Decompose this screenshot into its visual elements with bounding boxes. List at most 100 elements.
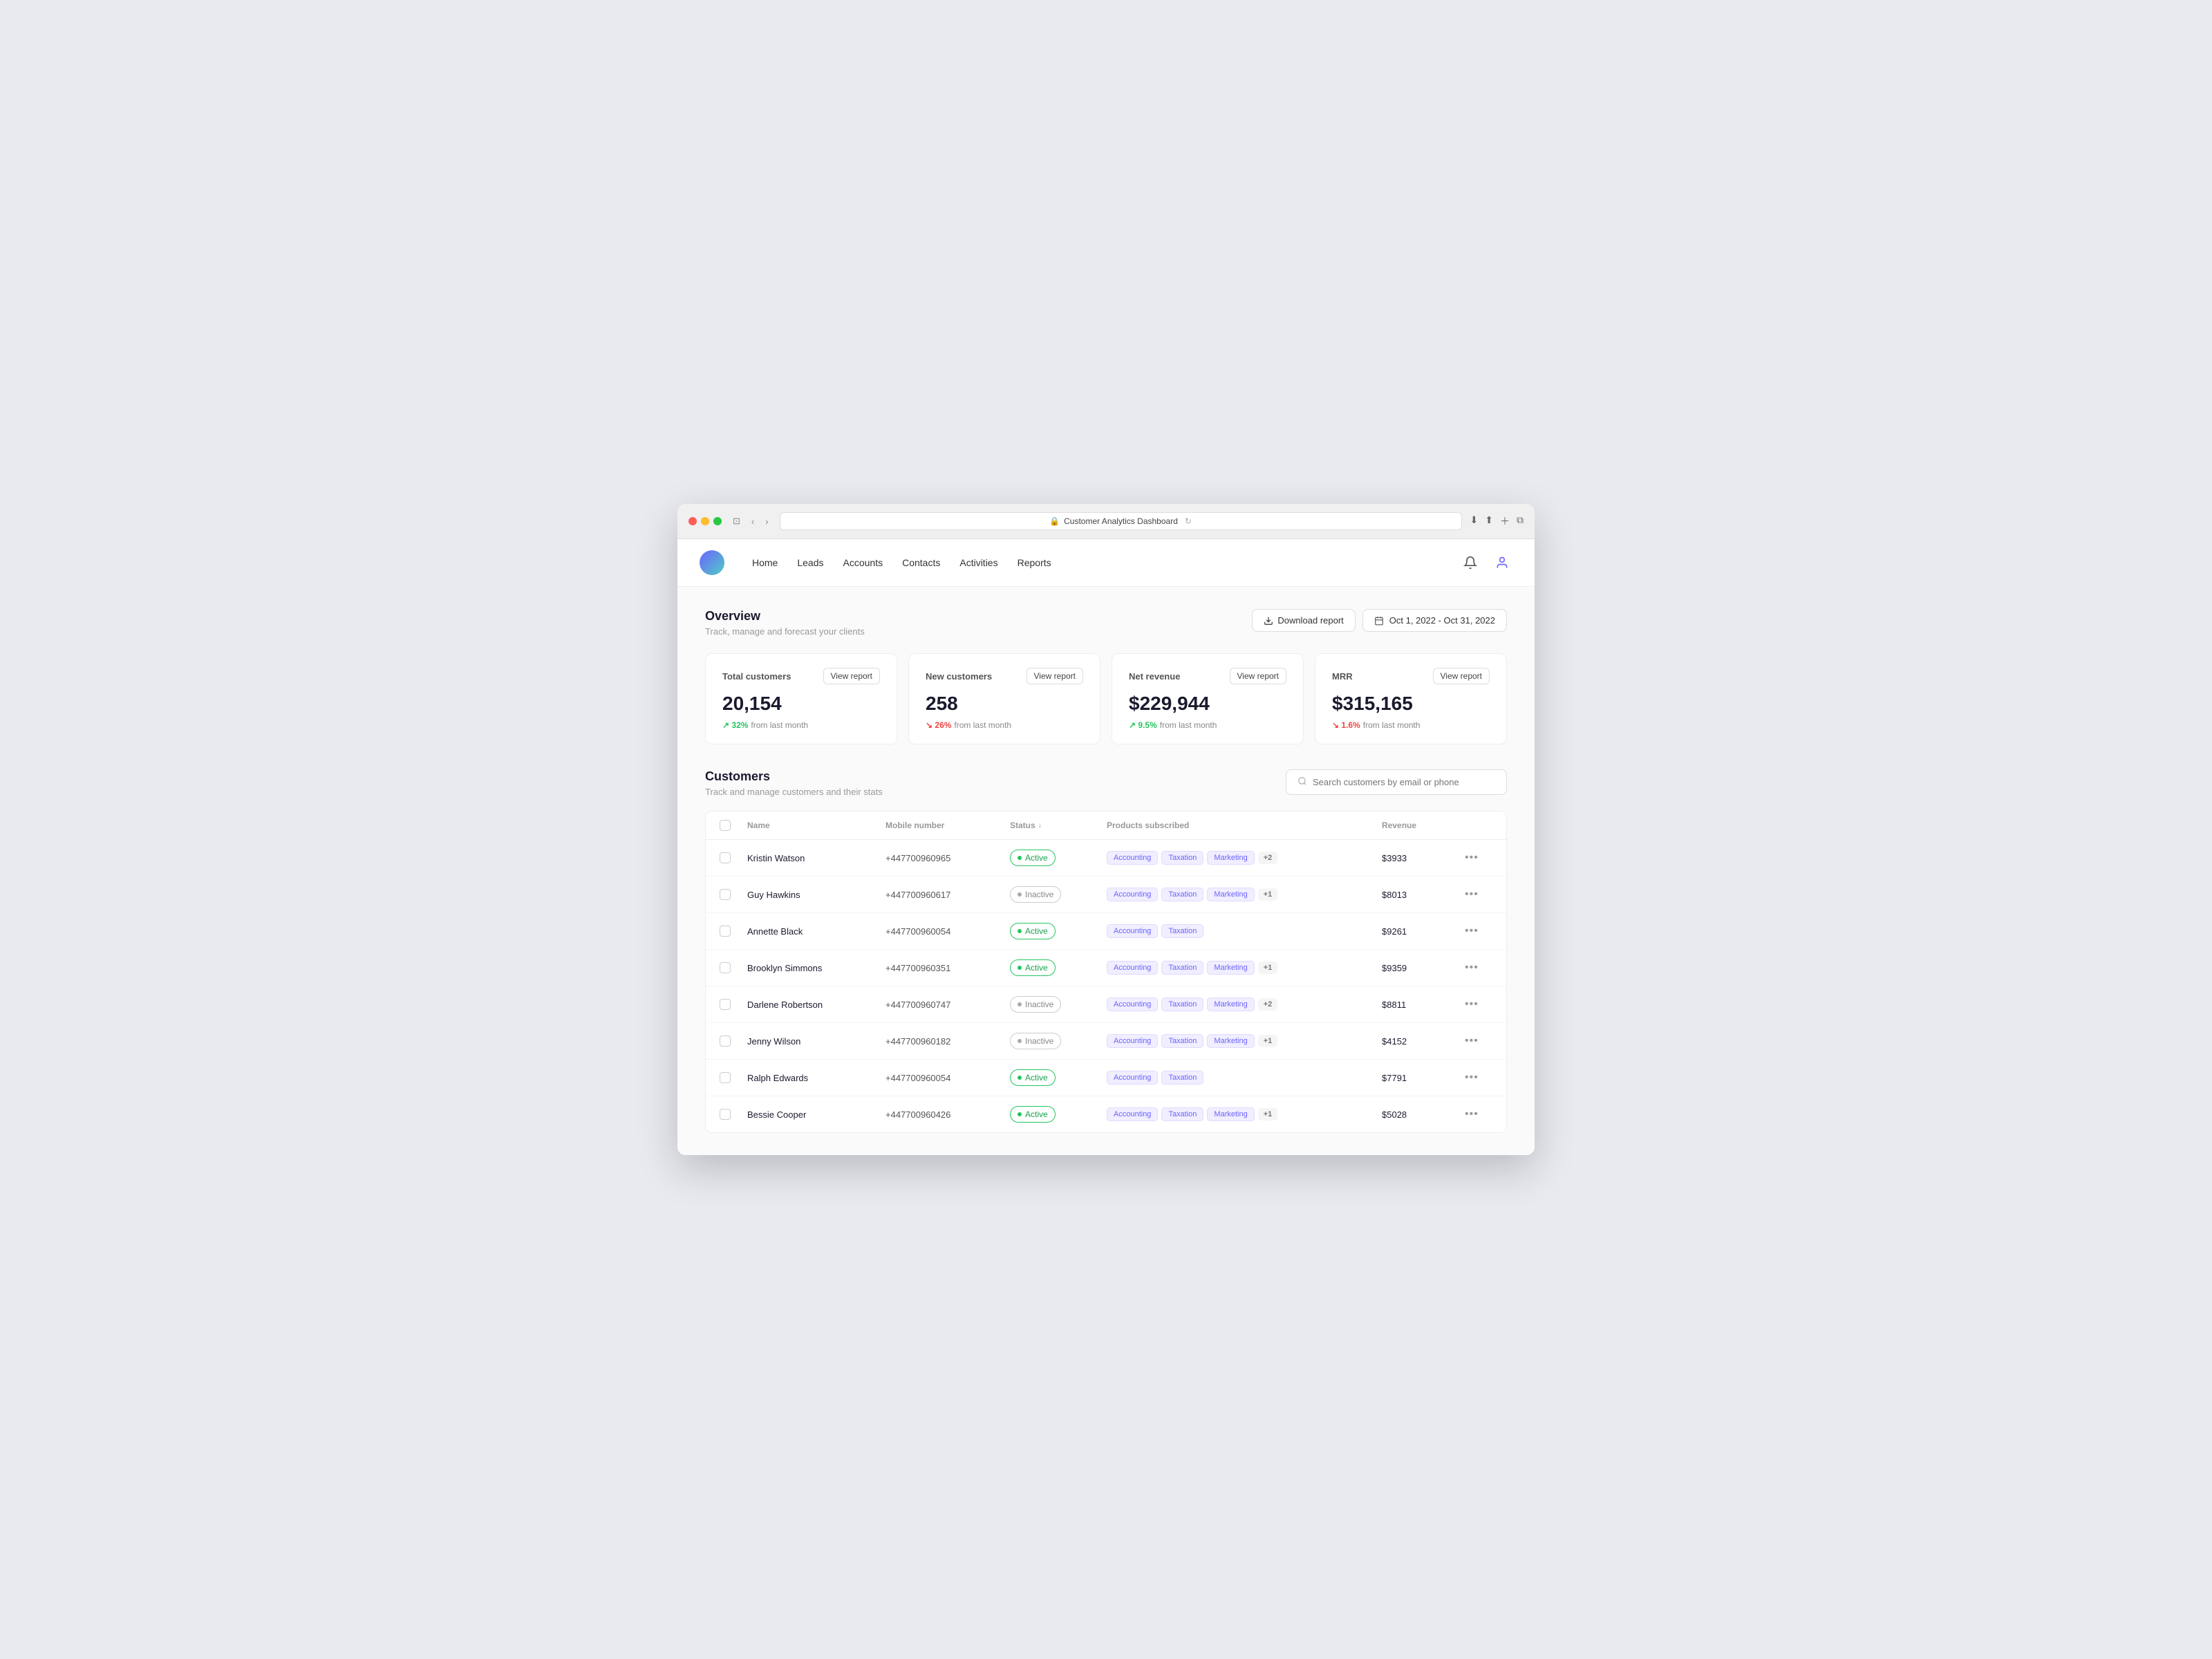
customer-name: Kristin Watson	[747, 853, 885, 863]
customer-name: Bessie Cooper	[747, 1109, 885, 1120]
revenue-value: $5028	[1382, 1109, 1465, 1120]
table-row: Kristin Watson +447700960965 Active Acco…	[706, 840, 1506, 877]
select-all-checkbox[interactable]	[720, 820, 731, 831]
products-cell: AccountingTaxation	[1107, 924, 1382, 938]
customer-name: Annette Black	[747, 926, 885, 937]
row-more-button[interactable]: •••	[1465, 1108, 1492, 1121]
row-select-checkbox[interactable]	[720, 1072, 731, 1083]
new-tab-icon[interactable]: ＋	[1500, 514, 1510, 528]
status-dot-icon	[1018, 966, 1022, 970]
status-cell: Inactive	[1010, 886, 1107, 903]
row-checkbox	[720, 962, 747, 973]
download-icon[interactable]: ⬇	[1470, 514, 1479, 528]
row-more-button[interactable]: •••	[1465, 1035, 1492, 1047]
search-input[interactable]	[1313, 777, 1495, 787]
url-bar[interactable]: 🔒 Customer Analytics Dashboard ↻	[780, 512, 1462, 530]
row-checkbox	[720, 1072, 747, 1083]
view-report-button-3[interactable]: View report	[1433, 668, 1490, 684]
mobile-number: +447700960054	[885, 1073, 1010, 1083]
metric-label-1: New customers	[926, 671, 992, 682]
status-cell: Active	[1010, 959, 1107, 976]
products-cell: AccountingTaxation Marketing +1	[1107, 961, 1382, 975]
product-tag: Taxation	[1161, 1034, 1203, 1048]
row-select-checkbox[interactable]	[720, 852, 731, 863]
nav-leads[interactable]: Leads	[797, 554, 823, 571]
products-cell: AccountingTaxationMarketing+1	[1107, 888, 1382, 901]
date-range-label: Oct 1, 2022 - Oct 31, 2022	[1389, 615, 1495, 626]
nav-reports[interactable]: Reports	[1018, 554, 1051, 571]
app-logo[interactable]	[700, 550, 724, 575]
nav-contacts[interactable]: Contacts	[902, 554, 940, 571]
refresh-icon[interactable]: ↻	[1185, 516, 1192, 526]
product-tag: Accounting	[1107, 1107, 1158, 1121]
row-more-button[interactable]: •••	[1465, 962, 1492, 974]
download-report-button[interactable]: Download report	[1252, 609, 1355, 632]
product-tag: Accounting	[1107, 961, 1158, 975]
revenue-value: $8013	[1382, 890, 1465, 900]
back-icon[interactable]: ‹	[749, 515, 757, 528]
product-tag: Accounting	[1107, 924, 1158, 938]
share-icon[interactable]: ⬆	[1485, 514, 1493, 528]
product-tag: Marketing	[1207, 997, 1254, 1011]
row-select-checkbox[interactable]	[720, 1109, 731, 1120]
product-tag: Taxation	[1161, 961, 1203, 975]
sidebar-toggle-icon[interactable]: ⊡	[730, 514, 743, 528]
minimize-button[interactable]	[701, 517, 709, 525]
row-select-checkbox[interactable]	[720, 926, 731, 937]
row-more-button[interactable]: •••	[1465, 1071, 1492, 1084]
status-cell: Inactive	[1010, 996, 1107, 1013]
row-more-button[interactable]: •••	[1465, 925, 1492, 937]
browser-nav-controls: ⊡ ‹ ›	[730, 514, 771, 528]
product-tag: Marketing	[1207, 1107, 1254, 1121]
view-report-button-1[interactable]: View report	[1027, 668, 1083, 684]
nav-home[interactable]: Home	[752, 554, 778, 571]
mobile-number: +447700960351	[885, 963, 1010, 973]
maximize-button[interactable]	[713, 517, 722, 525]
row-select-checkbox[interactable]	[720, 962, 731, 973]
revenue-value: $3933	[1382, 853, 1465, 863]
view-report-button-0[interactable]: View report	[823, 668, 880, 684]
status-badge: Inactive	[1010, 1033, 1061, 1049]
row-select-checkbox[interactable]	[720, 889, 731, 900]
customers-title-group: Customers Track and manage customers and…	[705, 769, 883, 797]
product-tag: Accounting	[1107, 997, 1158, 1011]
search-box[interactable]	[1286, 769, 1507, 795]
close-button[interactable]	[688, 517, 697, 525]
status-dot-icon	[1018, 1002, 1022, 1006]
more-products-tag: +1	[1258, 962, 1278, 974]
revenue-value: $9359	[1382, 963, 1465, 973]
th-revenue: Revenue	[1382, 820, 1465, 831]
browser-window: ⊡ ‹ › 🔒 Customer Analytics Dashboard ↻ ⬇…	[677, 504, 1535, 1155]
row-more-button[interactable]: •••	[1465, 998, 1492, 1011]
products-cell: AccountingTaxationMarketing+2	[1107, 851, 1382, 865]
metric-change-1: ↘ 26% from last month	[926, 720, 1083, 730]
view-report-button-2[interactable]: View report	[1230, 668, 1286, 684]
metric-label-3: MRR	[1332, 671, 1353, 682]
user-icon[interactable]	[1492, 552, 1512, 573]
metric-header-2: Net revenue View report	[1129, 668, 1286, 684]
th-status[interactable]: Status ↓	[1010, 820, 1107, 831]
row-more-button[interactable]: •••	[1465, 888, 1492, 901]
row-more-button[interactable]: •••	[1465, 852, 1492, 864]
more-products-tag: +2	[1258, 998, 1278, 1011]
row-select-checkbox[interactable]	[720, 999, 731, 1010]
nav-accounts[interactable]: Accounts	[843, 554, 883, 571]
more-products-tag: +1	[1258, 1035, 1278, 1047]
metric-change-3: ↘ 1.6% from last month	[1332, 720, 1490, 730]
status-badge: Inactive	[1010, 996, 1061, 1013]
forward-icon[interactable]: ›	[762, 515, 771, 528]
customers-subtitle: Track and manage customers and their sta…	[705, 787, 883, 797]
status-dot-icon	[1018, 929, 1022, 933]
product-tag: Accounting	[1107, 888, 1158, 901]
metric-value-0: 20,154	[722, 693, 880, 715]
product-tag: Marketing	[1207, 961, 1254, 975]
status-dot-icon	[1018, 892, 1022, 897]
nav-activities[interactable]: Activities	[959, 554, 997, 571]
date-range-button[interactable]: Oct 1, 2022 - Oct 31, 2022	[1362, 609, 1507, 632]
tabs-icon[interactable]: ⧉	[1517, 514, 1524, 528]
status-badge: Active	[1010, 850, 1056, 866]
notification-icon[interactable]	[1460, 552, 1481, 573]
row-select-checkbox[interactable]	[720, 1035, 731, 1047]
more-products-tag: +2	[1258, 852, 1278, 864]
customer-name: Darlene Robertson	[747, 1000, 885, 1010]
